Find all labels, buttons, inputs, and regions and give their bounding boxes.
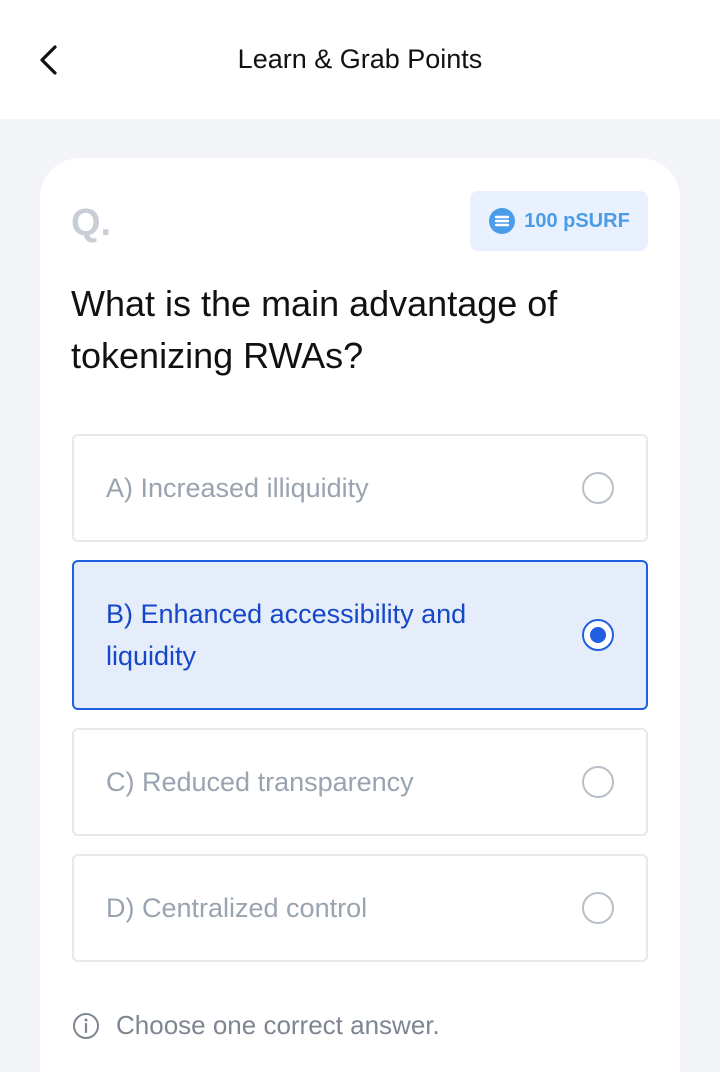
radio-button[interactable] [582, 892, 614, 924]
option-c[interactable]: C) Reduced transparency [72, 728, 648, 836]
page-title: Learn & Grab Points [237, 44, 483, 74]
option-b[interactable]: B) Enhanced accessibility and liquidity [72, 560, 648, 710]
question-text: What is the main advantage of tokenizing… [71, 283, 558, 376]
hint-text: Choose one correct answer. [116, 1010, 440, 1040]
info-icon [73, 1012, 99, 1039]
option-label: A) Increased illiquidity [106, 473, 369, 503]
points-value: 100 pSURF [524, 209, 630, 232]
hint: Choose one correct answer. [72, 1010, 440, 1041]
option-label: C) Reduced transparency [106, 767, 414, 797]
question-marker: Q. [71, 202, 112, 244]
option-a[interactable]: A) Increased illiquidity [72, 434, 648, 542]
points-badge: 100 pSURF [470, 191, 648, 251]
app-header: Learn & Grab Points [0, 0, 720, 119]
option-label: B) Enhanced accessibility and liquidity [106, 599, 467, 671]
option-label: D) Centralized control [106, 893, 368, 923]
option-d[interactable]: D) Centralized control [72, 854, 648, 962]
radio-button[interactable] [582, 472, 614, 504]
radio-button-selected[interactable] [582, 619, 614, 651]
quiz-card: Q. 100 pSURF What is the main advantage … [40, 158, 680, 1072]
radio-button[interactable] [582, 766, 614, 798]
coin-icon [489, 208, 516, 234]
